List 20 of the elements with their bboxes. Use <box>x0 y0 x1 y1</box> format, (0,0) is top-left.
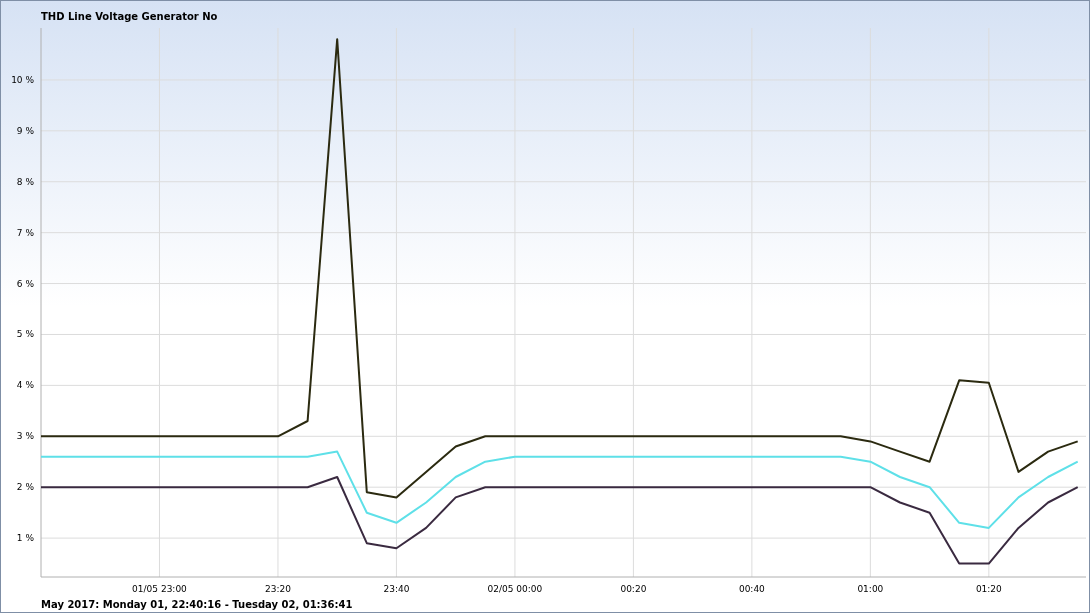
x-tick-label: 01/05 23:00 <box>132 584 187 594</box>
x-tick-label: 01:20 <box>975 584 1002 594</box>
y-tick-label: 5 % <box>16 329 34 340</box>
y-tick-label: 3 % <box>16 431 34 442</box>
x-tick-label: 00:20 <box>620 584 647 594</box>
y-tick-label: 4 % <box>16 380 34 391</box>
chart-title: THD Line Voltage Generator No <box>41 11 218 24</box>
y-tick-label: 9 % <box>16 125 34 136</box>
x-tick-label: 00:40 <box>738 584 765 594</box>
date-range: May 2017: Monday 01, 22:40:16 - Tuesday 02, 01:36:41 <box>41 599 353 611</box>
y-tick-label: 10 % <box>11 74 34 85</box>
y-tick-label: 8 % <box>16 176 34 187</box>
x-tick-label: 23:20 <box>265 584 291 594</box>
x-tick-label: 23:40 <box>383 584 410 594</box>
y-tick-label: 6 % <box>16 278 34 289</box>
y-tick-label: 1 % <box>16 533 34 544</box>
x-tick-label: 01:00 <box>857 584 884 594</box>
y-tick-label: 7 % <box>16 227 34 238</box>
x-tick-label: 02/05 00:00 <box>487 584 543 594</box>
y-tick-label: 2 % <box>16 482 34 493</box>
